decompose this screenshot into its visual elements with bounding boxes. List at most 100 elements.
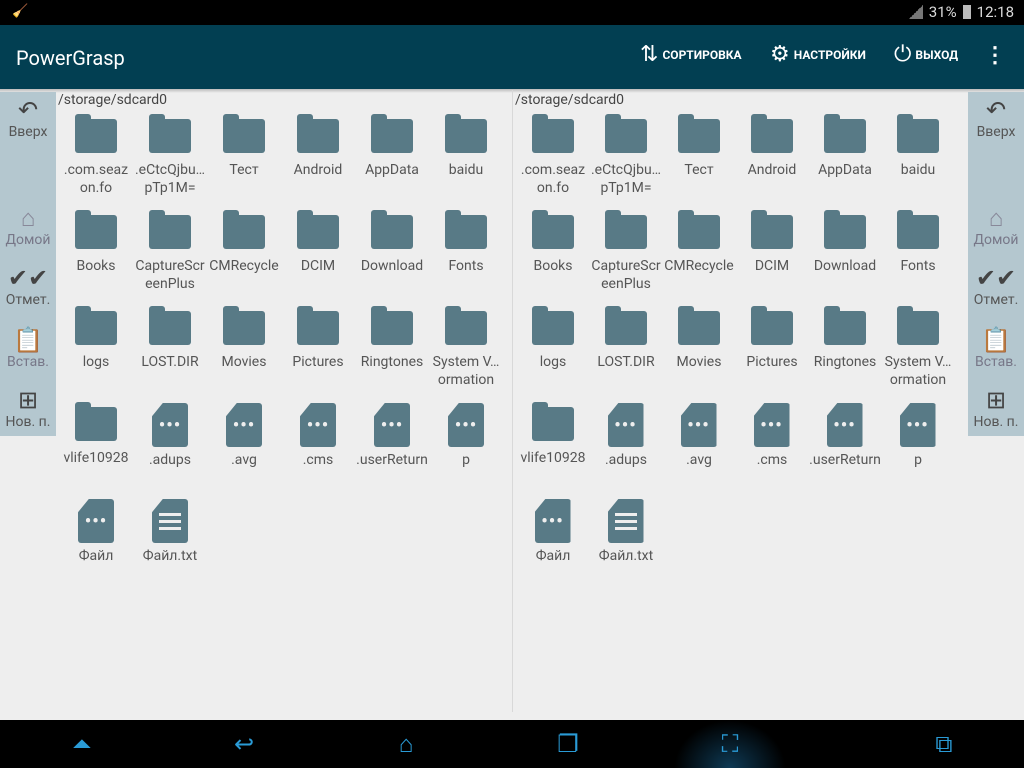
- mark-button[interactable]: ✔✔ Отмет.: [968, 264, 1024, 308]
- item-name: Fonts: [900, 258, 936, 274]
- folder-item[interactable]: Movies: [662, 306, 735, 403]
- folder-item[interactable]: CMRecycle: [662, 210, 735, 307]
- folder-item[interactable]: CaptureScreenPlus: [589, 210, 662, 307]
- signal-icon: [908, 5, 923, 19]
- folder-item[interactable]: .com.seazon.fo: [59, 114, 133, 211]
- path-breadcrumb[interactable]: /storage/sdcard0: [515, 92, 624, 108]
- folder-item[interactable]: System V…ormation: [429, 306, 503, 403]
- folder-item[interactable]: vlife10928: [516, 402, 589, 499]
- folder-item[interactable]: Pictures: [735, 306, 808, 403]
- navigation-bar: ⏶ ↩ ⌂ ❐ ⛶ ⧉: [0, 720, 1024, 768]
- folder-item[interactable]: baidu: [429, 114, 503, 211]
- folder-item[interactable]: Fonts: [429, 210, 503, 307]
- file-item[interactable]: ••• .cms: [735, 403, 808, 499]
- item-name: LOST.DIR: [597, 354, 655, 370]
- folder-item[interactable]: System V…ormation: [881, 306, 954, 403]
- double-check-icon: ✔✔: [975, 264, 1017, 292]
- nav-window-icon[interactable]: ⧉: [914, 730, 974, 758]
- home-button[interactable]: ⌂ Домой: [0, 204, 56, 248]
- file-icon: •••: [374, 403, 410, 447]
- folder-item[interactable]: .eCtcQjbu…pTp1M=: [133, 114, 207, 211]
- file-icon: •••: [300, 403, 336, 447]
- folder-icon: [823, 114, 866, 153]
- path-breadcrumb[interactable]: /storage/sdcard0: [58, 92, 167, 108]
- folder-item[interactable]: Ringtones: [808, 306, 881, 403]
- folder-item[interactable]: AppData: [808, 114, 881, 211]
- nav-back-icon[interactable]: ↩: [214, 730, 274, 758]
- folder-item[interactable]: Movies: [207, 306, 281, 403]
- nav-home-icon[interactable]: ⌂: [376, 730, 436, 759]
- folder-item[interactable]: Download: [355, 210, 429, 307]
- file-item[interactable]: ••• .adups: [133, 403, 207, 499]
- folder-item[interactable]: logs: [516, 306, 589, 403]
- file-item[interactable]: ••• .avg: [662, 403, 735, 499]
- file-item[interactable]: ••• .userReturn: [808, 403, 881, 499]
- folder-item[interactable]: Ringtones: [355, 306, 429, 403]
- file-item[interactable]: ••• Файл: [59, 499, 133, 595]
- home-button[interactable]: ⌂ Домой: [968, 204, 1024, 248]
- new-folder-button[interactable]: ⊞ Нов. п.: [968, 386, 1024, 430]
- folder-item[interactable]: vlife10928: [59, 402, 133, 499]
- item-name: .eCtcQjbu…pTp1M=: [590, 162, 662, 196]
- file-item[interactable]: ••• p: [429, 403, 503, 499]
- folder-item[interactable]: Pictures: [281, 306, 355, 403]
- folder-item[interactable]: DCIM: [735, 210, 808, 307]
- item-name: Books: [76, 258, 116, 274]
- left-file-panel: /storage/sdcard0 .com.seazon.fo .eCtcQjbu…: [56, 90, 512, 715]
- new-folder-button[interactable]: ⊞ Нов. п.: [0, 386, 56, 430]
- folder-item[interactable]: Books: [516, 210, 589, 307]
- up-button[interactable]: ↶ Вверх: [968, 96, 1024, 140]
- nav-screenshot-icon[interactable]: ⛶: [700, 730, 760, 758]
- folder-item[interactable]: Тест: [662, 114, 735, 211]
- item-name: Movies: [676, 354, 722, 370]
- item-name: Download: [360, 258, 424, 274]
- file-item[interactable]: Файл.txt: [589, 499, 662, 595]
- paste-button[interactable]: 📋 Встав.: [968, 326, 1024, 370]
- folder-item[interactable]: Fonts: [881, 210, 954, 307]
- sort-button[interactable]: ⇅ СОРТИРОВКА: [640, 42, 742, 67]
- folder-item[interactable]: Тест: [207, 114, 281, 211]
- folder-item[interactable]: logs: [59, 306, 133, 403]
- file-glyph: •••: [306, 415, 330, 436]
- item-name: .avg: [231, 452, 257, 468]
- file-item[interactable]: ••• p: [881, 403, 954, 499]
- nav-hide-icon[interactable]: ⏶: [52, 730, 112, 758]
- file-glyph: •••: [833, 415, 856, 436]
- file-item[interactable]: ••• Файл: [516, 499, 589, 595]
- file-item[interactable]: ••• .avg: [207, 403, 281, 499]
- folder-item[interactable]: Download: [808, 210, 881, 307]
- folder-item[interactable]: baidu: [881, 114, 954, 211]
- folder-icon: [896, 114, 939, 153]
- folder-item[interactable]: CaptureScreenPlus: [133, 210, 207, 307]
- paste-button[interactable]: 📋 Встав.: [0, 326, 56, 370]
- item-name: vlife10928: [63, 450, 129, 466]
- right-file-panel: /storage/sdcard0 .com.seazon.fo .eCtcQjbu…: [513, 90, 968, 715]
- item-name: .cms: [302, 452, 334, 468]
- nav-recents-icon[interactable]: ❐: [538, 730, 598, 758]
- item-name: .com.seazon.fo: [520, 162, 586, 196]
- mark-button[interactable]: ✔✔ Отмет.: [0, 264, 56, 308]
- folder-item[interactable]: CMRecycle: [207, 210, 281, 307]
- file-item[interactable]: ••• .adups: [589, 403, 662, 499]
- overflow-menu-icon[interactable]: ⋮: [984, 43, 1006, 68]
- left-toolbar: ↶ Вверх ⌂ Домой ✔✔ Отмет. 📋 Встав. ⊞ Нов. п.: [0, 92, 56, 436]
- settings-button[interactable]: ⚙ НАСТРОЙКИ: [770, 42, 866, 67]
- up-label: Вверх: [976, 124, 1016, 140]
- folder-item[interactable]: AppData: [355, 114, 429, 211]
- file-item[interactable]: ••• .cms: [281, 403, 355, 499]
- folder-item[interactable]: LOST.DIR: [589, 306, 662, 403]
- settings-label: НАСТРОЙКИ: [793, 47, 866, 62]
- exit-button[interactable]: ⏻ ВЫХОД: [894, 42, 958, 67]
- folder-item[interactable]: DCIM: [281, 210, 355, 307]
- folder-item[interactable]: Android: [281, 114, 355, 211]
- folder-item[interactable]: LOST.DIR: [133, 306, 207, 403]
- folder-item[interactable]: Android: [735, 114, 808, 211]
- file-item[interactable]: ••• .userReturn: [355, 403, 429, 499]
- up-button[interactable]: ↶ Вверх: [0, 96, 56, 140]
- folder-item[interactable]: .com.seazon.fo: [516, 114, 589, 211]
- folder-item[interactable]: Books: [59, 210, 133, 307]
- file-item[interactable]: Файл.txt: [133, 499, 207, 595]
- folder-icon: [297, 210, 339, 249]
- item-name: CMRecycle: [664, 258, 734, 274]
- folder-item[interactable]: .eCtcQjbu…pTp1M=: [589, 114, 662, 211]
